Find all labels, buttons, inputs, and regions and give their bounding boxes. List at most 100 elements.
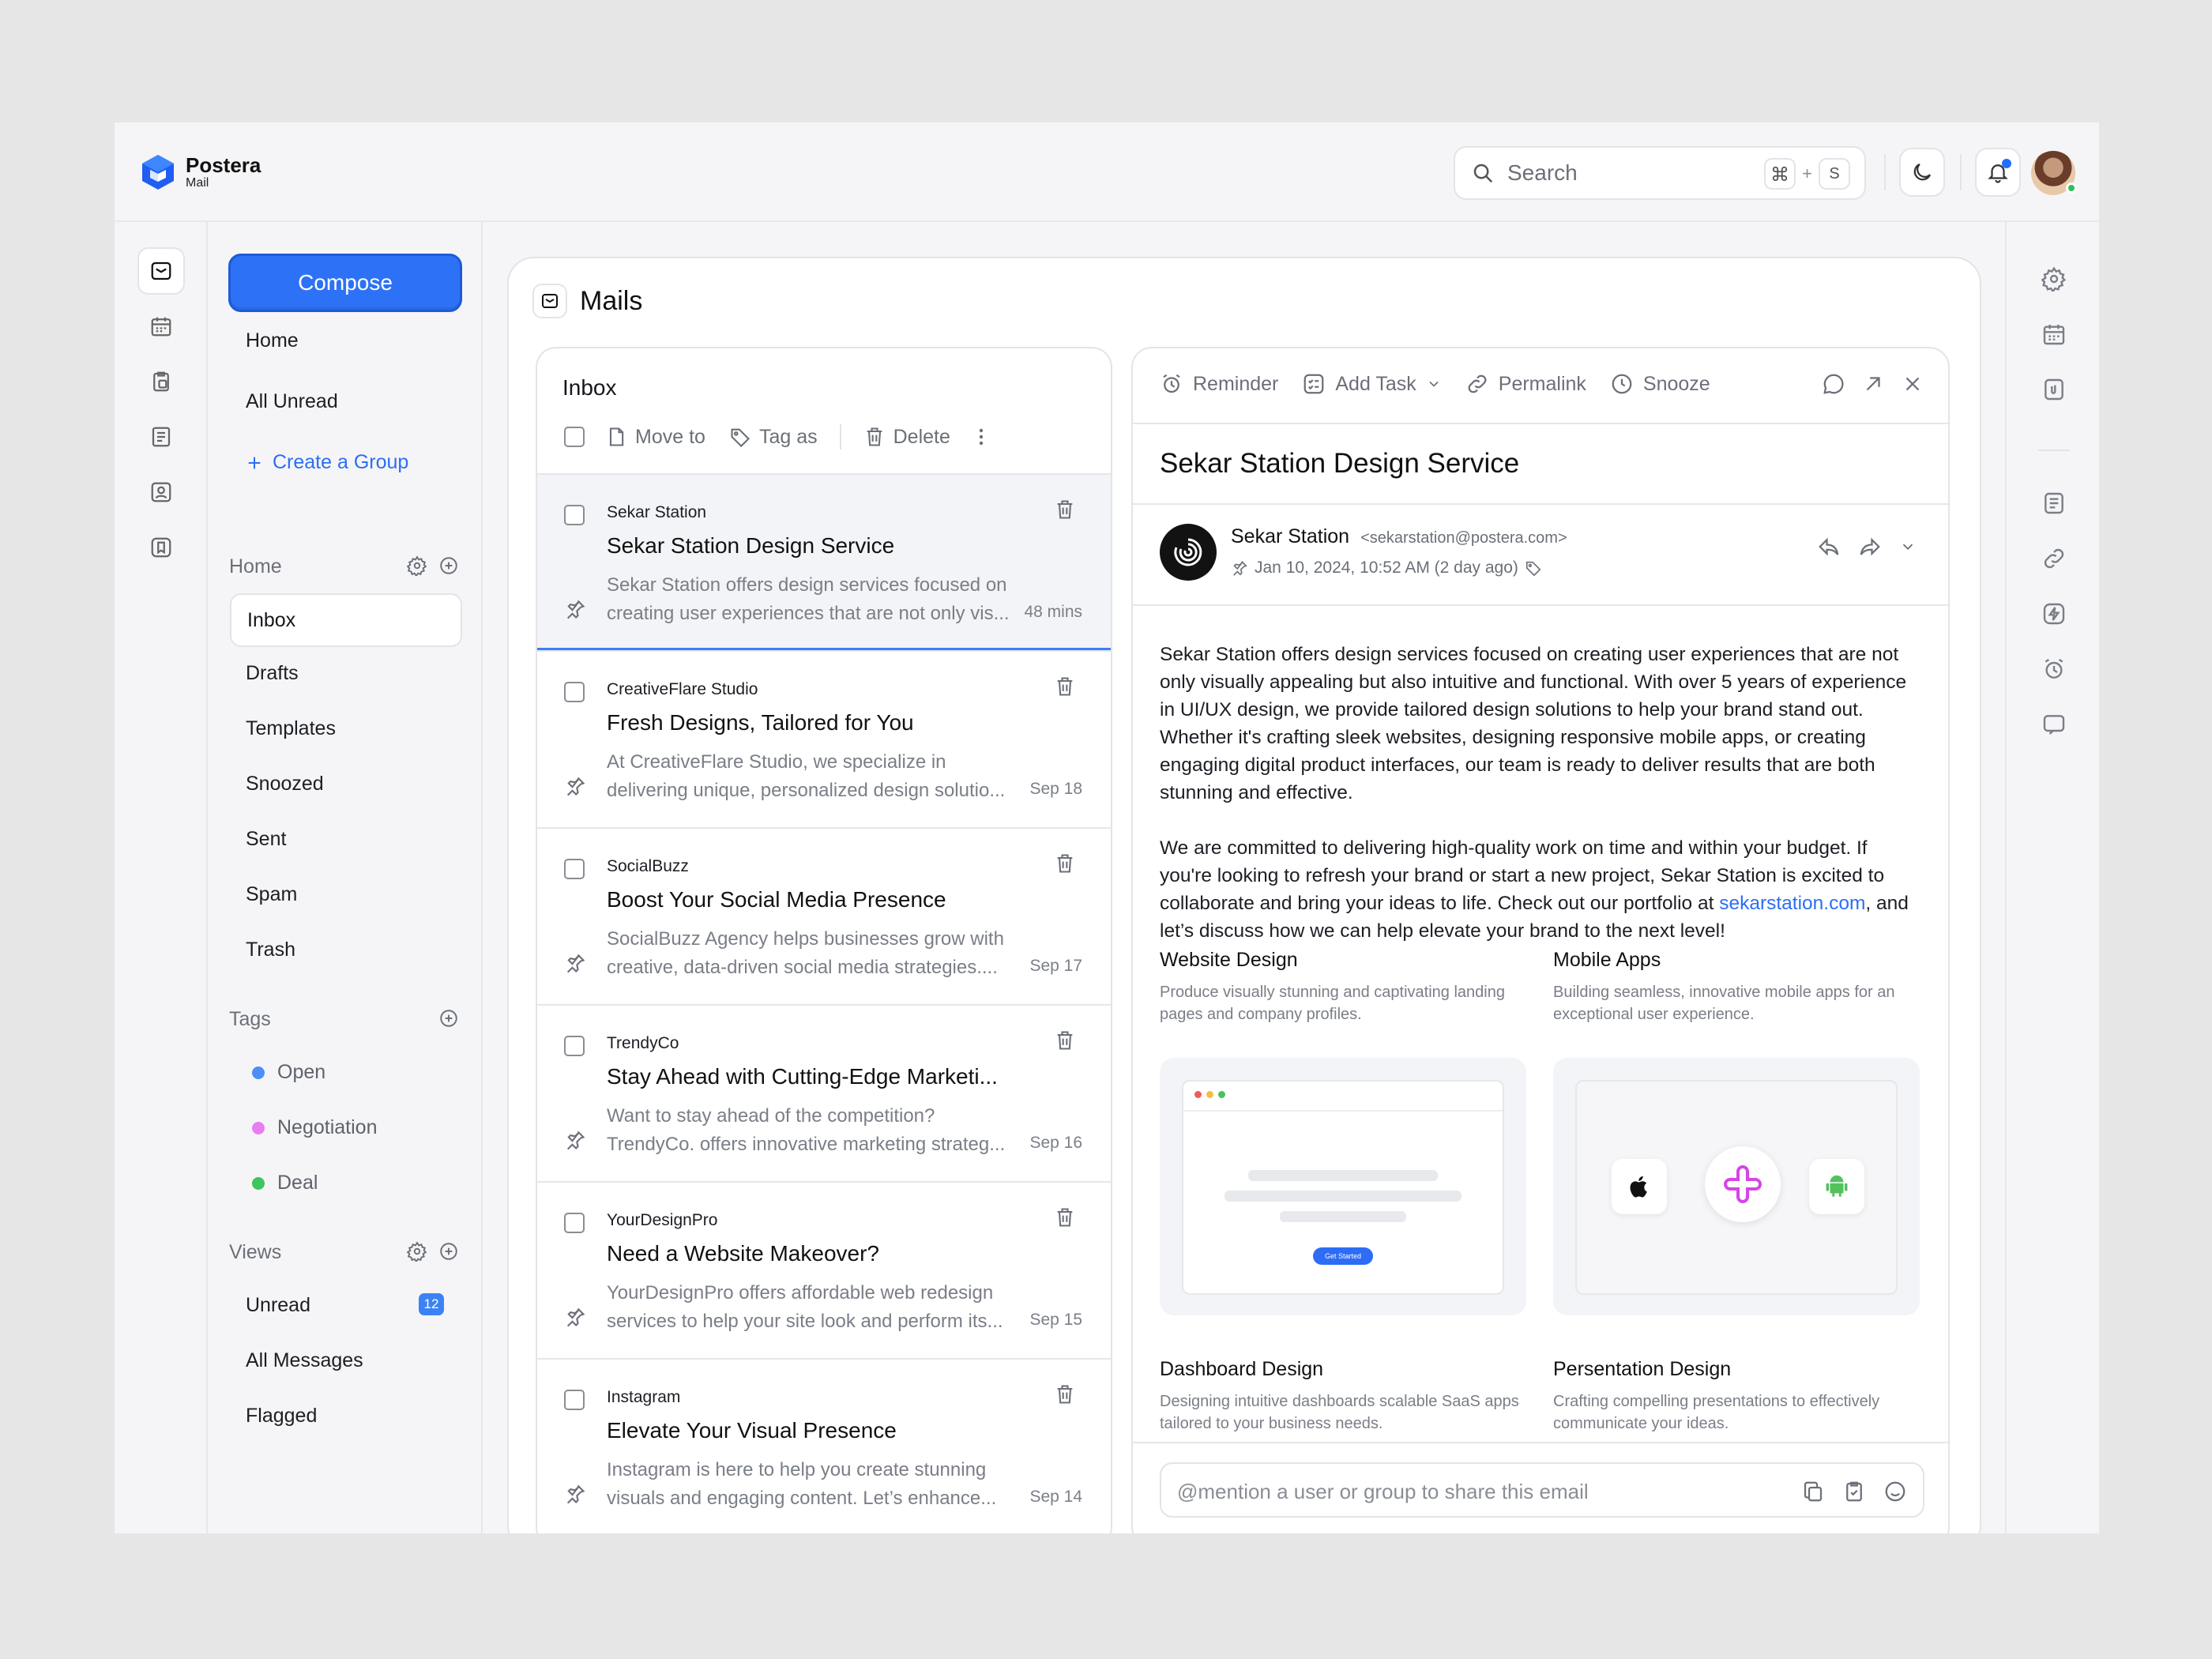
service-title: Mobile Apps	[1553, 949, 1661, 971]
mail-checkbox[interactable]	[564, 1036, 585, 1056]
mail-sidebar: Compose Home All Unread Create a Group H…	[208, 222, 483, 1533]
move-to-button[interactable]: Move to	[605, 426, 705, 449]
section-home-label: Home	[229, 555, 282, 577]
mail-list-item[interactable]: YourDesignPro Need a Website Makeover? You…	[537, 1181, 1111, 1358]
service-presentation-design: Persentation Design Crafting compelling …	[1553, 1358, 1924, 1435]
notes-icon	[152, 427, 171, 447]
gear-icon[interactable]	[407, 555, 427, 576]
add-circle-icon[interactable]	[438, 1008, 459, 1029]
rail-contacts[interactable]	[137, 468, 185, 516]
reply-icon[interactable]	[1817, 535, 1841, 559]
search-input[interactable]: Search + S	[1454, 146, 1866, 200]
nav-home[interactable]: Home	[246, 329, 299, 352]
select-all-checkbox[interactable]	[564, 427, 585, 447]
link-icon[interactable]	[2041, 546, 2067, 571]
mail-list-item[interactable]: TrendyCo Stay Ahead with Cutting-Edge Mar…	[537, 1004, 1111, 1181]
compose-button[interactable]: Compose	[228, 254, 462, 312]
add-circle-icon[interactable]	[438, 1241, 459, 1262]
reminder-button[interactable]: Reminder	[1160, 372, 1278, 396]
tag-as-button[interactable]: Tag as	[729, 426, 818, 449]
pin-icon[interactable]	[564, 952, 586, 974]
emoji-icon[interactable]	[1883, 1480, 1907, 1503]
copy-icon[interactable]	[1801, 1480, 1825, 1503]
mail-list-item[interactable]: SocialBuzz Boost Your Social Media Presen…	[537, 827, 1111, 1004]
attachment-icon[interactable]	[2041, 377, 2067, 402]
rail-bookmarks[interactable]	[137, 524, 185, 571]
portfolio-link[interactable]: sekarstation.com	[1719, 893, 1865, 914]
add-circle-icon[interactable]	[438, 555, 459, 576]
mail-list-item[interactable]: Instagram Elevate Your Visual Presence Ins…	[537, 1358, 1111, 1533]
detail-actions	[1822, 372, 1924, 396]
alarm-icon[interactable]	[2041, 656, 2067, 682]
rail-notes[interactable]	[137, 413, 185, 461]
gear-icon[interactable]	[407, 1241, 427, 1262]
tag-icon[interactable]	[1525, 559, 1542, 577]
user-avatar[interactable]	[2031, 151, 2077, 195]
divider	[1133, 423, 1948, 424]
trash-icon[interactable]	[1054, 1029, 1076, 1051]
view-all-messages[interactable]: All Messages	[246, 1349, 363, 1372]
more-vertical-icon[interactable]	[977, 426, 985, 448]
nav-all-unread[interactable]: All Unread	[246, 390, 338, 413]
app-logo[interactable]: Postera Mail	[138, 152, 261, 192]
create-group-link[interactable]: Create a Group	[246, 451, 408, 474]
comment-icon[interactable]	[1822, 372, 1845, 396]
divider	[1133, 1442, 1948, 1443]
rail-clipboard[interactable]	[137, 358, 185, 405]
tag-deal[interactable]: Deal	[252, 1172, 318, 1194]
message-icon[interactable]	[2041, 712, 2067, 737]
mail-sender: CreativeFlare Studio	[607, 680, 758, 698]
flash-icon[interactable]	[2041, 601, 2067, 626]
chevron-down-icon[interactable]	[1899, 538, 1917, 555]
close-icon[interactable]	[1901, 372, 1924, 396]
mail-list-item[interactable]: CreativeFlare Studio Fresh Designs, Tailo…	[537, 650, 1111, 827]
trash-icon[interactable]	[1054, 675, 1076, 698]
mail-checkbox[interactable]	[564, 505, 585, 525]
pin-icon[interactable]	[564, 1483, 586, 1505]
mail-checkbox[interactable]	[564, 1213, 585, 1233]
trash-icon[interactable]	[1054, 852, 1076, 875]
expand-icon[interactable]	[1861, 372, 1885, 396]
email-meta: Jan 10, 2024, 10:52 AM (2 day ago)	[1231, 559, 1542, 577]
trash-icon[interactable]	[1054, 1383, 1076, 1405]
forward-icon[interactable]	[1858, 535, 1882, 559]
notes-icon[interactable]	[2041, 491, 2067, 516]
clipboard-check-icon[interactable]	[1842, 1480, 1866, 1503]
folder-inbox[interactable]: Inbox	[230, 593, 462, 647]
mail-checkbox[interactable]	[564, 1390, 585, 1410]
calendar-icon[interactable]	[2041, 322, 2067, 347]
rail-calendar[interactable]	[137, 303, 185, 350]
pin-icon[interactable]	[564, 1306, 586, 1328]
folder-drafts[interactable]: Drafts	[246, 662, 299, 685]
trash-icon[interactable]	[1054, 498, 1076, 521]
mail-preview: Want to stay ahead of the competition? T…	[607, 1105, 1006, 1155]
folder-trash[interactable]: Trash	[246, 939, 295, 961]
theme-toggle-button[interactable]	[1899, 148, 1945, 197]
delete-button[interactable]: Delete	[863, 426, 950, 449]
mail-preview: Instagram is here to help you create stu…	[607, 1459, 997, 1509]
snooze-button[interactable]: Snooze	[1610, 372, 1710, 396]
inbox-toolbar: Move to Tag as Delete	[564, 424, 985, 450]
folder-spam[interactable]: Spam	[246, 883, 297, 906]
pin-icon[interactable]	[564, 1129, 586, 1151]
permalink-button[interactable]: Permalink	[1465, 372, 1586, 396]
folder-snoozed[interactable]: Snoozed	[246, 773, 324, 796]
folder-templates[interactable]: Templates	[246, 717, 336, 740]
rail-mail[interactable]	[137, 247, 185, 295]
pin-icon[interactable]	[564, 775, 586, 797]
settings-icon[interactable]	[2041, 266, 2067, 292]
mail-checkbox[interactable]	[564, 859, 585, 879]
mail-checkbox[interactable]	[564, 682, 585, 702]
notifications-button[interactable]	[1975, 148, 2021, 197]
mail-list-item[interactable]: Sekar Station Sekar Station Design Servic…	[537, 473, 1111, 650]
add-task-button[interactable]: Add Task	[1302, 372, 1441, 396]
pin-icon[interactable]	[564, 598, 586, 620]
trash-icon[interactable]	[1054, 1206, 1076, 1228]
view-unread[interactable]: Unread	[246, 1294, 310, 1317]
view-flagged[interactable]: Flagged	[246, 1405, 317, 1428]
share-mention-input[interactable]: @mention a user or group to share this e…	[1160, 1462, 1924, 1518]
tag-open[interactable]: Open	[252, 1061, 325, 1084]
pin-icon[interactable]	[1231, 559, 1248, 577]
tag-negotiation[interactable]: Negotiation	[252, 1116, 377, 1139]
folder-sent[interactable]: Sent	[246, 828, 286, 851]
